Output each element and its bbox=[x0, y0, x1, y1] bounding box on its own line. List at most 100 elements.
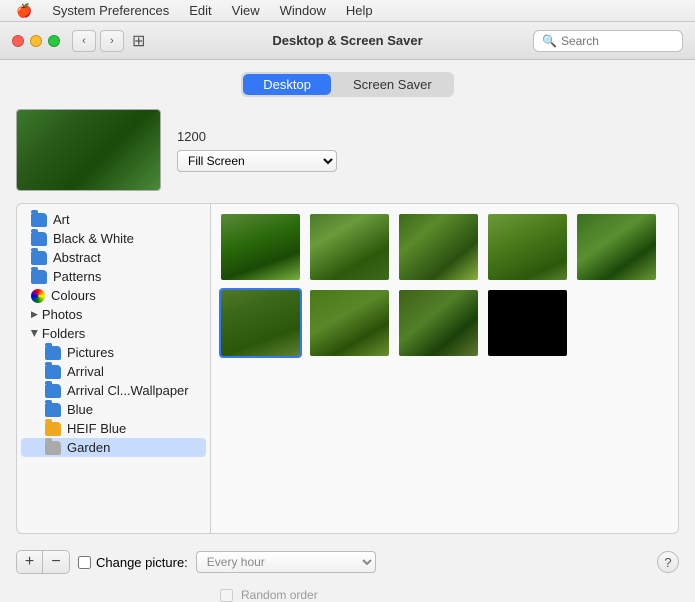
close-button[interactable] bbox=[12, 35, 24, 47]
sidebar-item-arrival[interactable]: Arrival bbox=[21, 362, 206, 381]
change-interval-select[interactable]: Every 5 seconds Every minute Every 5 min… bbox=[196, 551, 376, 573]
menu-item-help[interactable]: Help bbox=[338, 2, 381, 19]
help-button[interactable]: ? bbox=[657, 551, 679, 573]
sidebar-label-arrival: Arrival bbox=[67, 364, 104, 379]
back-button[interactable]: ‹ bbox=[72, 30, 96, 52]
random-order-row: Random order bbox=[220, 588, 679, 602]
triangle-icon: ▶ bbox=[31, 309, 38, 320]
tab-screen-saver[interactable]: Screen Saver bbox=[333, 74, 452, 95]
sidebar-item-patterns[interactable]: Patterns bbox=[21, 267, 206, 286]
menu-item-window[interactable]: Window bbox=[272, 2, 334, 19]
preview-row: 1200 Fill Screen Stretch Fit Center Tile bbox=[16, 105, 679, 195]
search-box[interactable]: 🔍 bbox=[533, 30, 683, 52]
search-icon: 🔍 bbox=[542, 34, 557, 48]
folder-icon bbox=[31, 270, 47, 284]
thumbnail-4[interactable] bbox=[486, 212, 569, 282]
sidebar-photos-header[interactable]: ▶ Photos bbox=[21, 305, 206, 324]
folder-icon bbox=[45, 422, 61, 436]
change-picture-row: Change picture: bbox=[78, 555, 188, 570]
sidebar-label-folders: Folders bbox=[42, 326, 85, 341]
sidebar-label-blue: Blue bbox=[67, 402, 93, 417]
segmented-control: Desktop Screen Saver bbox=[241, 72, 453, 97]
apple-menu-item[interactable]: 🍎 bbox=[8, 2, 40, 20]
thumb-image-3 bbox=[399, 214, 478, 280]
folder-icon bbox=[45, 384, 61, 398]
thumbnail-6[interactable] bbox=[219, 288, 302, 358]
sidebar-item-pictures[interactable]: Pictures bbox=[21, 343, 206, 362]
preview-thumbnail bbox=[16, 109, 161, 191]
window-title: Desktop & Screen Saver bbox=[272, 33, 422, 48]
add-folder-button[interactable]: + bbox=[17, 551, 43, 573]
folder-icon bbox=[45, 365, 61, 379]
thumb-image-4 bbox=[488, 214, 567, 280]
remove-folder-button[interactable]: − bbox=[43, 551, 69, 573]
menu-item-edit[interactable]: Edit bbox=[181, 2, 219, 19]
sidebar-label-art: Art bbox=[53, 212, 70, 227]
minimize-button[interactable] bbox=[30, 35, 42, 47]
sidebar-label-pictures: Pictures bbox=[67, 345, 114, 360]
colors-circle-icon bbox=[31, 289, 45, 303]
thumb-image-2 bbox=[310, 214, 389, 280]
preview-image bbox=[17, 110, 160, 190]
random-order-checkbox[interactable] bbox=[220, 589, 233, 602]
thumb-image-1 bbox=[221, 214, 300, 280]
thumb-image-7 bbox=[310, 290, 389, 356]
random-order-label: Random order bbox=[241, 588, 318, 602]
bottom-controls: + − Change picture: Every 5 seconds Ever… bbox=[16, 542, 679, 580]
thumb-image-6 bbox=[221, 290, 300, 356]
thumb-image-5 bbox=[577, 214, 656, 280]
sidebar-item-blue[interactable]: Blue bbox=[21, 400, 206, 419]
folder-icon bbox=[45, 403, 61, 417]
thumbnail-grid bbox=[211, 203, 679, 534]
triangle-open-icon: ▶ bbox=[29, 330, 40, 337]
thumbnail-3[interactable] bbox=[397, 212, 480, 282]
sidebar-item-art[interactable]: Art bbox=[21, 210, 206, 229]
preview-info: 1200 Fill Screen Stretch Fit Center Tile bbox=[177, 129, 337, 172]
resolution-label: 1200 bbox=[177, 129, 337, 144]
sidebar-label-heif-blue: HEIF Blue bbox=[67, 421, 126, 436]
folder-icon bbox=[45, 346, 61, 360]
thumbnail-7[interactable] bbox=[308, 288, 391, 358]
sidebar-item-arrival-cl[interactable]: Arrival Cl...Wallpaper bbox=[21, 381, 206, 400]
fill-screen-select[interactable]: Fill Screen Stretch Fit Center Tile bbox=[177, 150, 337, 172]
sidebar-item-heif-blue[interactable]: HEIF Blue bbox=[21, 419, 206, 438]
menubar: 🍎 System Preferences Edit View Window He… bbox=[0, 0, 695, 22]
tab-desktop[interactable]: Desktop bbox=[243, 74, 331, 95]
window-body: Desktop Screen Saver 1200 Fill Screen St… bbox=[0, 60, 695, 602]
folder-icon bbox=[45, 441, 61, 455]
search-input[interactable] bbox=[561, 34, 674, 48]
grid-button[interactable]: ⊞ bbox=[132, 31, 145, 51]
nav-buttons: ‹ › bbox=[72, 30, 124, 52]
thumbnail-black[interactable] bbox=[486, 288, 569, 358]
folder-icon bbox=[31, 213, 47, 227]
add-remove-buttons: + − bbox=[16, 550, 70, 574]
sidebar-item-colours[interactable]: Colours bbox=[21, 286, 206, 305]
sidebar-label-garden: Garden bbox=[67, 440, 110, 455]
titlebar: ‹ › ⊞ Desktop & Screen Saver 🔍 bbox=[0, 22, 695, 60]
sidebar-folders-header[interactable]: ▶ Folders bbox=[21, 324, 206, 343]
sidebar: Art Black & White Abstract Patterns Colo… bbox=[16, 203, 211, 534]
maximize-button[interactable] bbox=[48, 35, 60, 47]
sidebar-item-garden[interactable]: Garden bbox=[21, 438, 206, 457]
change-picture-label: Change picture: bbox=[96, 555, 188, 570]
sidebar-item-black-white[interactable]: Black & White bbox=[21, 229, 206, 248]
folder-icon bbox=[31, 251, 47, 265]
thumbnail-1[interactable] bbox=[219, 212, 302, 282]
sidebar-label-arrival-cl: Arrival Cl...Wallpaper bbox=[67, 383, 189, 398]
thumbnail-2[interactable] bbox=[308, 212, 391, 282]
thumb-image-black bbox=[488, 290, 567, 356]
sidebar-item-abstract[interactable]: Abstract bbox=[21, 248, 206, 267]
menu-item-system-prefs[interactable]: System Preferences bbox=[44, 2, 177, 19]
change-picture-checkbox[interactable] bbox=[78, 556, 91, 569]
sidebar-label-patterns: Patterns bbox=[53, 269, 101, 284]
sidebar-label-photos: Photos bbox=[42, 307, 82, 322]
forward-button[interactable]: › bbox=[100, 30, 124, 52]
folder-icon bbox=[31, 232, 47, 246]
menu-item-view[interactable]: View bbox=[224, 2, 268, 19]
thumbnail-8[interactable] bbox=[397, 288, 480, 358]
thumbnail-5[interactable] bbox=[575, 212, 658, 282]
main-panel: Art Black & White Abstract Patterns Colo… bbox=[16, 203, 679, 534]
fill-select-row: Fill Screen Stretch Fit Center Tile bbox=[177, 150, 337, 172]
traffic-lights bbox=[12, 35, 60, 47]
sidebar-label-abstract: Abstract bbox=[53, 250, 101, 265]
